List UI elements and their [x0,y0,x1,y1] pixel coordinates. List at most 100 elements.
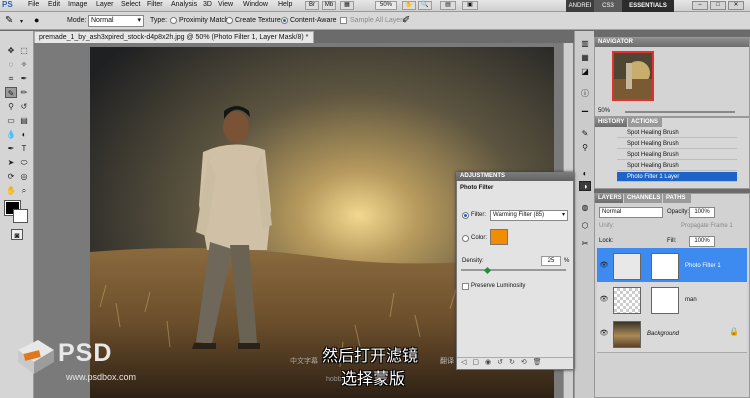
color-radio[interactable] [462,235,469,242]
close-button[interactable]: ✕ [728,1,744,10]
menu-analysis[interactable]: Analysis [171,1,197,8]
tab-paths[interactable]: PATHS [663,194,691,203]
spot-healing-tool-icon[interactable]: ✎ [5,87,17,98]
menu-help[interactable]: Help [278,1,292,8]
menu-select[interactable]: Select [121,1,140,8]
path-select-icon[interactable]: ➤ [5,157,17,168]
tool-preset-chevron-icon[interactable]: ▾ [20,18,23,25]
menu-3d[interactable]: 3D [203,1,212,8]
sample-all-layers-checkbox[interactable] [340,17,347,24]
workspace-cs3[interactable]: CS3 [594,0,622,12]
menu-layer[interactable]: Layer [96,1,114,8]
filter-color-swatch[interactable] [490,229,508,245]
arrange-docs-button[interactable]: ▤ [440,1,456,10]
hand-tool-button[interactable]: ✋ [402,1,416,10]
opacity-field[interactable]: 100% [689,207,715,218]
history-item[interactable]: Spot Healing Brush [617,150,737,160]
menu-filter[interactable]: Filter [147,1,163,8]
preserve-luminosity-checkbox[interactable] [462,283,469,290]
3d-rotate-icon[interactable]: ⟳ [5,171,17,182]
masks-panel-icon[interactable]: ◍ [579,203,591,213]
workspace-essentials[interactable]: ESSENTIALS [622,0,674,12]
info-panel-icon[interactable]: ⓘ [579,89,591,99]
navigator-thumbnail[interactable] [612,51,654,101]
photo-filter-active-icon[interactable]: ◑ [579,181,591,191]
crop-tool-icon[interactable]: ⌗ [5,73,17,84]
background-color-swatch[interactable] [13,209,28,223]
styles-panel-icon[interactable]: ◪ [579,67,591,77]
maximize-button[interactable]: □ [710,1,726,10]
filter-select[interactable]: Warming Filter (85) ▾ [490,210,568,221]
blur-tool-icon[interactable]: 💧 [5,129,17,140]
density-field[interactable]: 25 [541,256,561,266]
quick-select-icon[interactable]: ✧ [18,59,30,70]
move-tool-icon[interactable]: ✥ [5,45,17,56]
workspace-user[interactable]: ANDREI [566,0,594,12]
layer-row[interactable]: 👁 man [597,282,747,319]
eyedropper-icon[interactable]: ✒ [18,73,30,84]
history-brush-icon[interactable]: ↺ [18,101,30,112]
spot-healing-brush-icon[interactable]: ✎ [5,15,13,26]
eraser-tool-icon[interactable]: ▭ [5,115,17,126]
zoom-level[interactable]: 50% [375,1,397,10]
history-item[interactable]: Spot Healing Brush [617,128,737,138]
dodge-tool-icon[interactable]: ◐ [18,129,30,140]
history-item-selected[interactable]: Photo Filter 1 Layer [617,172,737,182]
filter-radio[interactable] [462,212,469,219]
screen-mode-button[interactable]: ▣ [462,1,478,10]
clone-stamp-icon[interactable]: ⚲ [5,101,17,112]
menu-image[interactable]: Image [68,1,87,8]
density-slider-track[interactable] [461,269,566,271]
tab-layers[interactable]: LAYERS [595,194,623,203]
visibility-eye-icon[interactable]: 👁 [599,261,609,270]
fill-field[interactable]: 100% [689,236,715,247]
clone-source-icon[interactable]: ⚲ [579,143,591,153]
tab-history[interactable]: HISTORY [595,118,627,127]
gradient-tool-icon[interactable]: ▤ [18,115,30,126]
pressure-icon[interactable]: ✐ [402,15,410,26]
content-aware-radio[interactable] [281,17,288,24]
proximity-match-radio[interactable] [170,17,177,24]
hand-tool-icon[interactable]: ✋ [5,185,17,196]
history-item[interactable]: Spot Healing Brush [617,161,737,171]
zoom-tool-button[interactable]: 🔍 [418,1,432,10]
type-tool-icon[interactable]: T [18,143,30,154]
menu-view[interactable]: View [218,1,233,8]
tab-actions[interactable]: ACTIONS [628,118,662,127]
view-extras-button[interactable]: ▦ [340,1,354,10]
create-texture-radio[interactable] [226,17,233,24]
visibility-eye-icon[interactable]: 👁 [599,329,609,338]
brush-panel-icon[interactable]: ✎ [579,129,591,139]
navigator-zoom-slider[interactable] [625,111,735,113]
layer-row[interactable]: 👁 Background 🔒 [597,316,747,353]
layer-mask-thumbnail[interactable] [651,253,679,280]
mode-select[interactable]: Normal ▾ [88,15,144,27]
minimize-button[interactable]: – [692,1,708,10]
blend-mode-select[interactable]: Normal [599,207,663,218]
history-item[interactable]: Spot Healing Brush [617,139,737,149]
rect-marquee-icon[interactable]: ⬚ [18,45,30,56]
adjustments-panel-icon[interactable]: ◐ [579,169,591,179]
menu-file[interactable]: File [28,1,39,8]
layer-mask-thumbnail[interactable] [651,287,679,314]
quick-mask-icon[interactable]: ◙ [11,229,23,240]
shape-tool-icon[interactable]: ⬭ [18,157,30,168]
lasso-tool-icon[interactable]: ◌ [5,59,17,70]
brush-size-icon[interactable]: ● [34,15,39,25]
zoom-tool-icon[interactable]: ⌕ [18,185,30,196]
minibridge-button[interactable]: Mb [322,1,336,10]
brush-tool-icon[interactable]: ✏ [18,87,30,98]
visibility-eye-icon[interactable]: 👁 [599,295,609,304]
menu-window[interactable]: Window [243,1,268,8]
layer-row[interactable]: 👁 Photo Filter 1 [597,248,747,285]
histogram-panel-icon[interactable]: ▁ [579,103,591,113]
bridge-button[interactable]: Br [305,1,319,10]
pen-tool-icon[interactable]: ✒ [5,143,17,154]
3d-panel-icon[interactable]: ⬡ [579,221,591,231]
3d-orbit-icon[interactable]: ◎ [18,171,30,182]
color-panel-icon[interactable]: ▥ [579,39,591,49]
adjustment-footer-icons[interactable]: ◁▢◉↺↻⟲🗑 [457,357,573,369]
tab-channels[interactable]: CHANNELS [624,194,662,203]
document-tab[interactable]: premade_1_by_ash3xpired_stock-d4p8x2h.jp… [34,31,314,43]
swatches-panel-icon[interactable]: ▦ [579,53,591,63]
